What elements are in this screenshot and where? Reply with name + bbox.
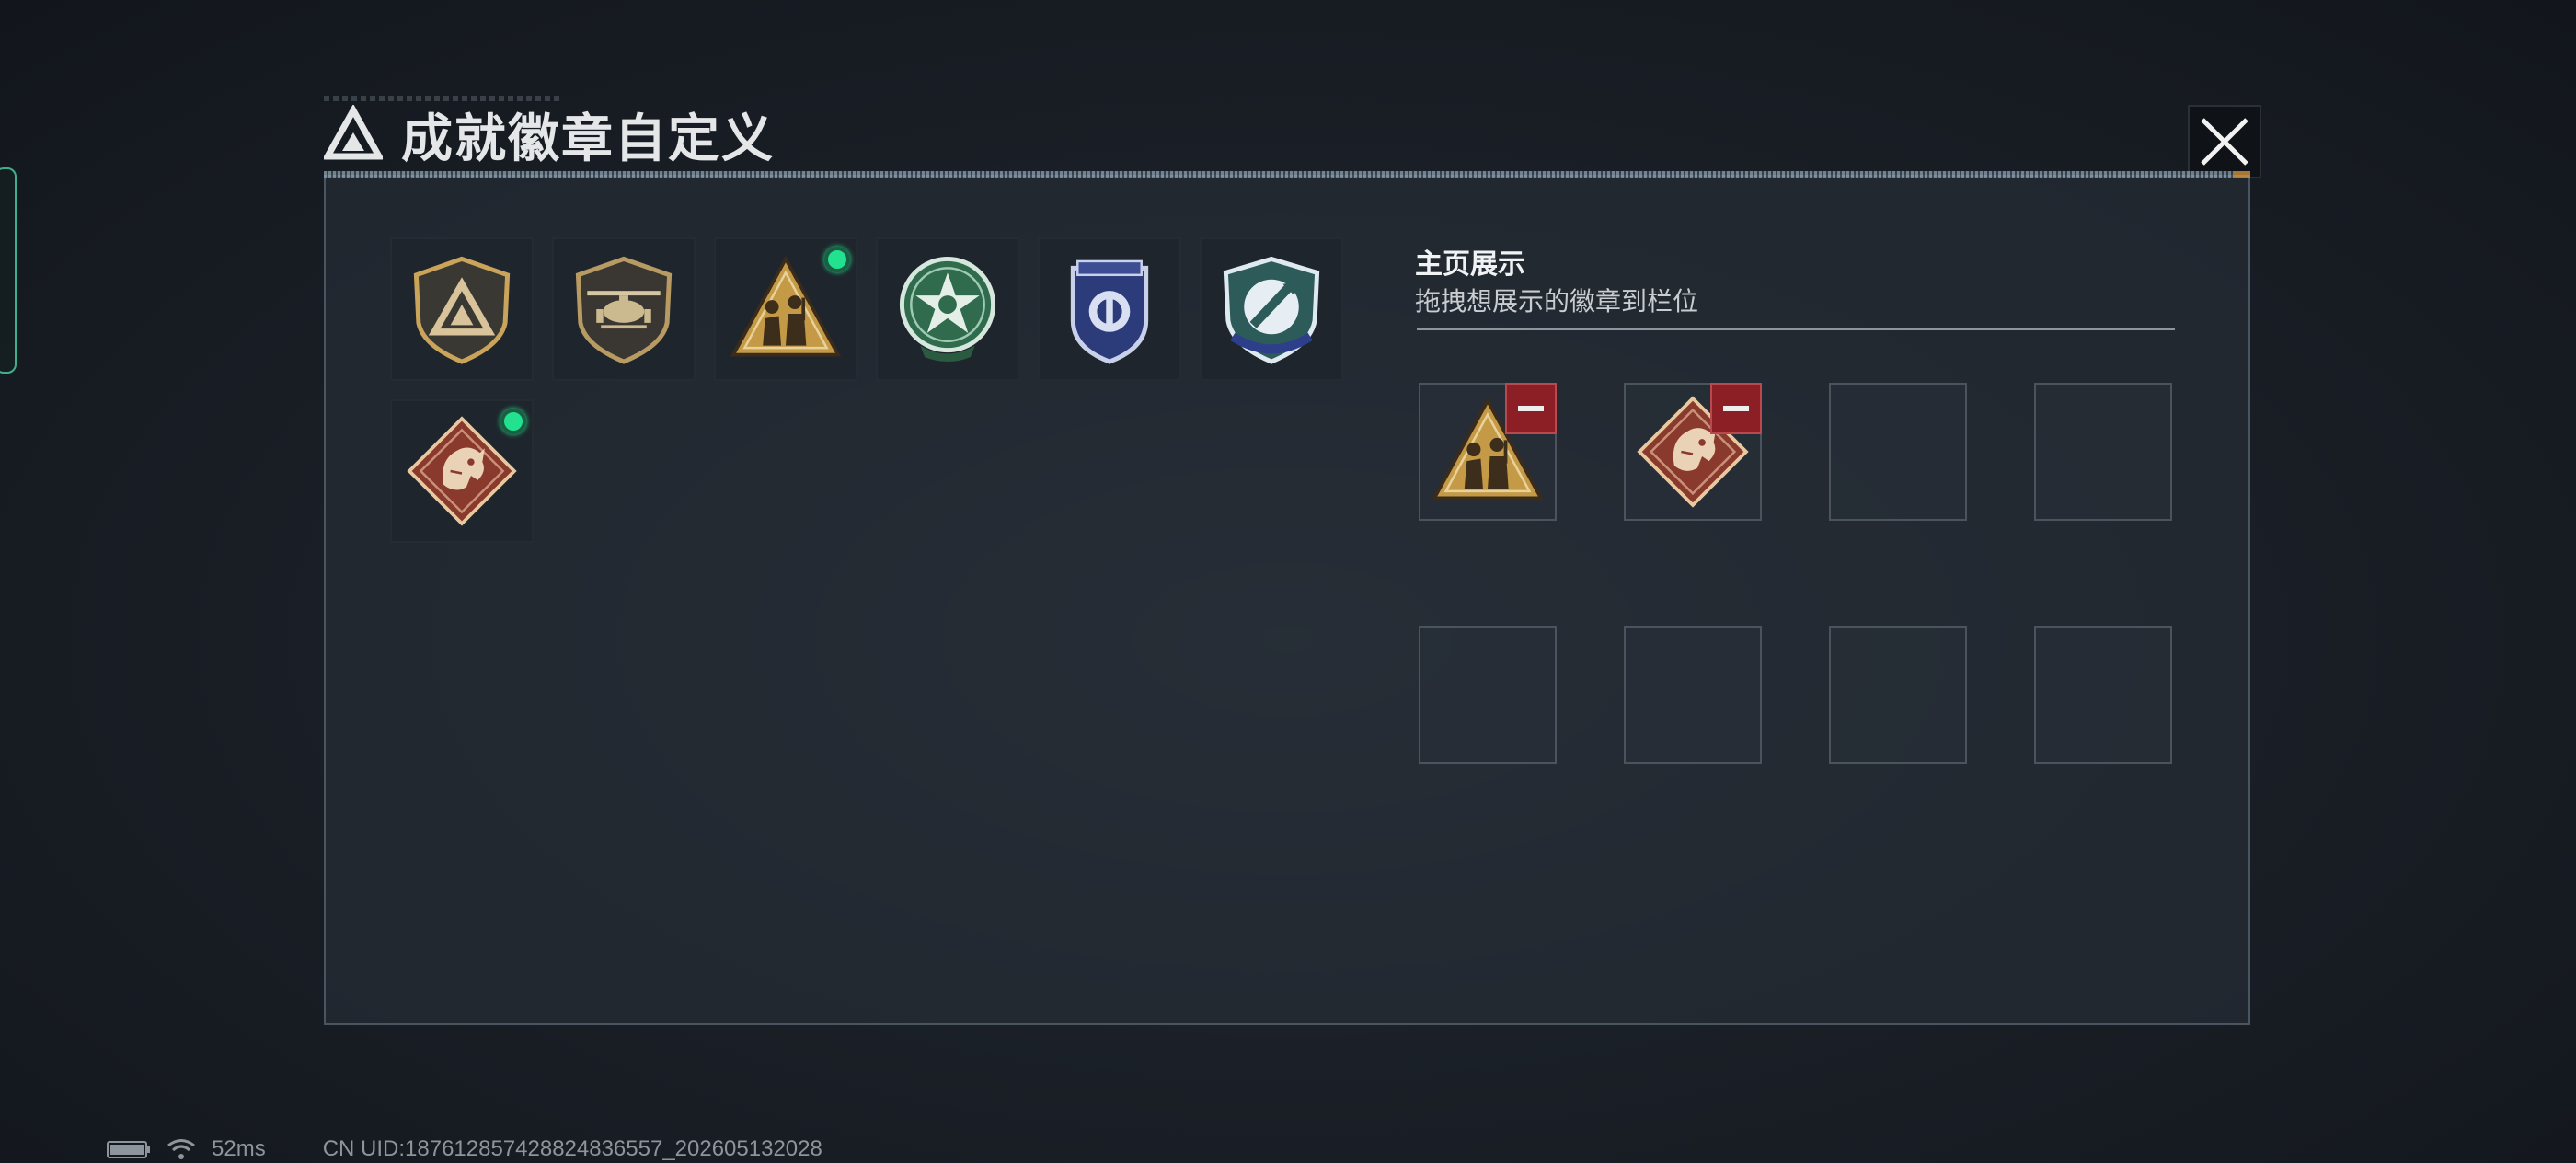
- helicopter-badge-icon: [567, 252, 681, 366]
- display-slot-empty[interactable]: [1829, 383, 1967, 521]
- close-icon: [2201, 118, 2248, 166]
- badge-tile[interactable]: [390, 237, 534, 381]
- panel-top-border: [324, 171, 2250, 178]
- ping-text: 52ms: [212, 1136, 266, 1161]
- display-slot-empty[interactable]: [1624, 626, 1762, 764]
- triangle-shield-badge-icon: [405, 252, 519, 366]
- display-section-title: 主页展示: [1415, 249, 1525, 280]
- dragon-diamond-badge-icon: [405, 414, 519, 528]
- soldiers-triangle-badge-icon: [729, 252, 843, 366]
- badge-inventory-grid: [390, 237, 1365, 543]
- badge-tile[interactable]: [390, 399, 534, 543]
- badge-tile[interactable]: [1200, 237, 1343, 381]
- display-divider: [1417, 328, 2175, 330]
- badge-tile[interactable]: [552, 237, 696, 381]
- display-slot-empty[interactable]: [2034, 383, 2172, 521]
- remove-badge-button[interactable]: [1505, 383, 1557, 434]
- display-slot[interactable]: [1419, 383, 1557, 521]
- display-slot-empty[interactable]: [1419, 626, 1557, 764]
- uid-text: CN UID:18761285742882483655​7_2026051320…: [322, 1136, 822, 1161]
- status-bar: 52ms CN UID:18761285742882483655​7_20260…: [107, 1136, 822, 1161]
- wifi-icon: [167, 1139, 195, 1159]
- blue-shield-badge-icon: [1052, 252, 1167, 366]
- display-section-subtitle: 拖拽想展示的徽章到栏位: [1415, 287, 1699, 316]
- battery-icon: [107, 1141, 150, 1158]
- display-slot-empty[interactable]: [2034, 626, 2172, 764]
- remove-badge-button[interactable]: [1710, 383, 1762, 434]
- equipped-indicator: [500, 409, 526, 434]
- side-panel-tab[interactable]: [0, 167, 17, 374]
- rocket-shield-badge-icon: [1214, 252, 1328, 366]
- display-slot[interactable]: [1624, 383, 1762, 521]
- badge-tile[interactable]: [714, 237, 857, 381]
- display-slot-empty[interactable]: [1829, 626, 1967, 764]
- green-star-badge-icon: [891, 252, 1005, 366]
- window-title: 成就徽章自定义: [401, 109, 775, 167]
- window-header: 成就徽章自定义: [324, 101, 775, 167]
- badge-tile[interactable]: [1038, 237, 1181, 381]
- equipped-indicator: [824, 247, 850, 272]
- close-button[interactable]: [2188, 105, 2261, 178]
- badge-tile[interactable]: [876, 237, 1019, 381]
- triangle-logo-icon: [324, 105, 383, 160]
